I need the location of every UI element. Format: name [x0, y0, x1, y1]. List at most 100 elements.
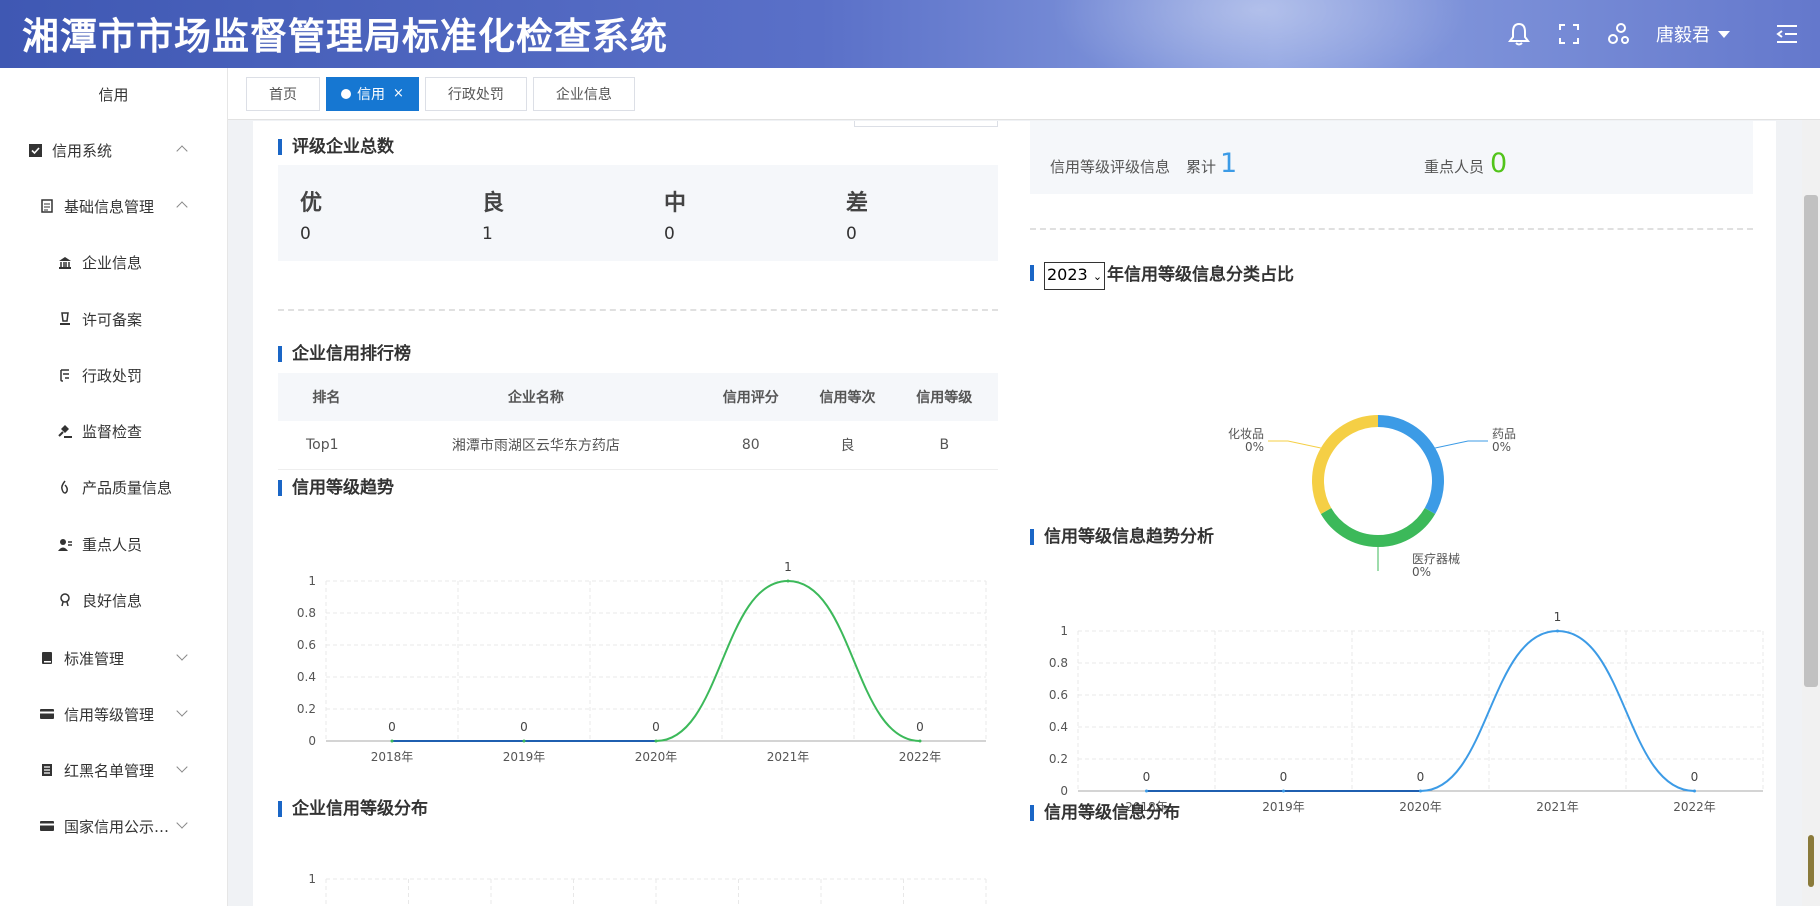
stat-value: 1	[1220, 148, 1238, 179]
sidebar-item-label: 国家信用公示…	[64, 817, 170, 836]
slice-percent: 0%	[1245, 440, 1264, 454]
theme-icon[interactable]	[1594, 0, 1644, 68]
sidebar-item-product-quality[interactable]: 产品质量信息	[0, 467, 228, 507]
credit-trend-chart: 0 0.2 0.4 0.6 0.8 1 2018年 2019年 2020年 2021年 2022年 0…	[297, 560, 987, 764]
sidebar-item-license[interactable]: 许可备案	[0, 299, 228, 339]
scrollbar-thumb[interactable]	[1804, 195, 1818, 687]
section-title-ranking: 企业信用排行榜	[278, 343, 411, 365]
y-tick-label: 1	[1060, 624, 1068, 638]
scrollbar-handle[interactable]	[1808, 835, 1814, 887]
user-name: 唐毅君	[1656, 25, 1710, 46]
table-row[interactable]: Top1 湘潭市雨湖区云华东方药店 80 良 B	[278, 421, 998, 470]
slice-label: 医疗器械	[1412, 551, 1460, 566]
data-label: 0	[520, 720, 528, 734]
sidebar-item-label: 标准管理	[64, 649, 125, 668]
tab-credit[interactable]: 信用 ×	[326, 76, 419, 111]
sidebar-item-credit-system[interactable]: 信用系统	[0, 130, 228, 170]
data-label: 1	[1554, 610, 1562, 624]
sidebar-item-national-credit[interactable]: 国家信用公示…	[0, 806, 228, 846]
header-decoration	[1050, 0, 1470, 68]
chevron-down-icon	[176, 817, 188, 829]
data-label: 0	[1691, 770, 1699, 784]
divider	[278, 309, 998, 311]
tab-bar: 首页 信用 × 行政处罚 企业信息	[228, 68, 1820, 120]
slice-label: 药品	[1492, 427, 1516, 441]
sidebar-item-label: 许可备案	[82, 310, 143, 329]
table-header-row: 排名 企业名称 信用评分 信用等次 信用等级	[278, 373, 998, 421]
sidebar-item-label: 信用等级管理	[64, 705, 155, 724]
y-tick-label: 0.4	[297, 670, 316, 684]
sidebar-item-red-black-list[interactable]: 红黑名单管理	[0, 750, 228, 790]
sidebar-item-standard-mgmt[interactable]: 标准管理	[0, 638, 228, 678]
tab-company-info[interactable]: 企业信息	[532, 76, 635, 111]
sidebar-item-credit-level-mgmt[interactable]: 信用等级管理	[0, 694, 228, 734]
stat-key-personnel: 重点人员 0	[1424, 148, 1508, 179]
grade-value: 0	[300, 224, 311, 244]
sidebar-item-good-info[interactable]: 良好信息	[0, 580, 228, 620]
data-label: 0	[1143, 770, 1151, 784]
sidebar-item-label: 良好信息	[82, 591, 143, 610]
sidebar-item-key-personnel[interactable]: 重点人员	[0, 524, 228, 564]
leader-line	[1268, 440, 1321, 449]
sidebar-item-label: 重点人员	[82, 535, 143, 554]
card-icon	[40, 819, 54, 833]
tab-label: 首页	[269, 86, 297, 103]
sidebar-item-label: 行政处罚	[82, 366, 143, 385]
sidebar-item-label: 基础信息管理	[64, 197, 155, 216]
close-icon[interactable]: ×	[393, 86, 404, 101]
donut-slice	[1320, 507, 1436, 547]
gavel-icon	[58, 424, 72, 438]
stat-value: 0	[1490, 148, 1508, 179]
fullscreen-icon[interactable]	[1544, 0, 1594, 68]
column-header: 信用等次	[804, 373, 891, 421]
main-content: 评级企业总数 优 0 良 1 中 0 差 0 企业信用排行榜 排名 企业名称 信…	[228, 121, 1802, 906]
user-menu[interactable]: 唐毅君	[1656, 21, 1730, 47]
pie-title-text: 年信用等级信息分类占比	[1107, 265, 1295, 285]
data-point	[390, 739, 394, 743]
chevron-down-icon: ⌄	[1092, 270, 1103, 283]
menu-toggle-icon[interactable]	[1762, 0, 1812, 68]
data-point	[786, 579, 790, 583]
x-tick-label: 2022年	[899, 750, 942, 764]
header-toolbar: 唐毅君	[1494, 0, 1820, 68]
bank-icon	[58, 255, 72, 269]
sidebar-item-basic-info[interactable]: 基础信息管理	[0, 186, 228, 226]
sidebar-item-label: 监督检查	[82, 422, 143, 441]
bell-icon[interactable]	[1494, 0, 1544, 68]
year-value: 2023	[1047, 265, 1088, 284]
tab-home[interactable]: 首页	[246, 76, 320, 111]
license-icon	[58, 312, 72, 326]
data-point	[654, 739, 658, 743]
list-icon	[40, 763, 54, 777]
data-label: 0	[1280, 770, 1288, 784]
chevron-down-icon	[176, 761, 188, 773]
sidebar-item-penalty[interactable]: 行政处罚	[0, 355, 228, 395]
stat-sub-label: 累计	[1186, 158, 1217, 176]
data-point	[1419, 789, 1422, 793]
x-tick-label: 2022年	[1673, 800, 1716, 814]
person-card-icon	[58, 537, 72, 551]
x-tick-label: 2020年	[635, 750, 678, 764]
sidebar-item-company-info[interactable]: 企业信息	[0, 242, 228, 282]
sidebar-item-label: 产品质量信息	[82, 478, 173, 497]
tab-penalty[interactable]: 行政处罚	[424, 76, 527, 111]
sidebar-item-supervision[interactable]: 监督检查	[0, 411, 228, 451]
section-title-distribution: 企业信用等级分布	[278, 798, 428, 820]
table-cell: 80	[697, 421, 805, 470]
tab-label: 行政处罚	[447, 86, 504, 103]
data-label: 0	[1417, 770, 1425, 784]
leader-line	[1435, 440, 1488, 449]
stat-label: 重点人员	[1424, 158, 1485, 176]
grade-label: 中	[664, 191, 687, 216]
grade-value: 1	[482, 224, 493, 244]
column-header: 企业名称	[374, 373, 698, 421]
y-tick-label: 0.8	[297, 606, 316, 620]
sidebar: 信用 信用系统 基础信息管理 企业信息 许可备案 行政处罚 监督检查 产品质量信…	[0, 68, 228, 906]
year-select[interactable]: 2023 ⌄	[1044, 262, 1106, 290]
y-tick-label: 0.8	[1049, 656, 1068, 670]
column-header: 信用评分	[697, 373, 805, 421]
grade-label: 良	[482, 191, 505, 216]
stat-label: 信用等级评级信息	[1050, 158, 1171, 176]
checkbox-icon	[28, 143, 42, 157]
series-line	[391, 579, 921, 742]
